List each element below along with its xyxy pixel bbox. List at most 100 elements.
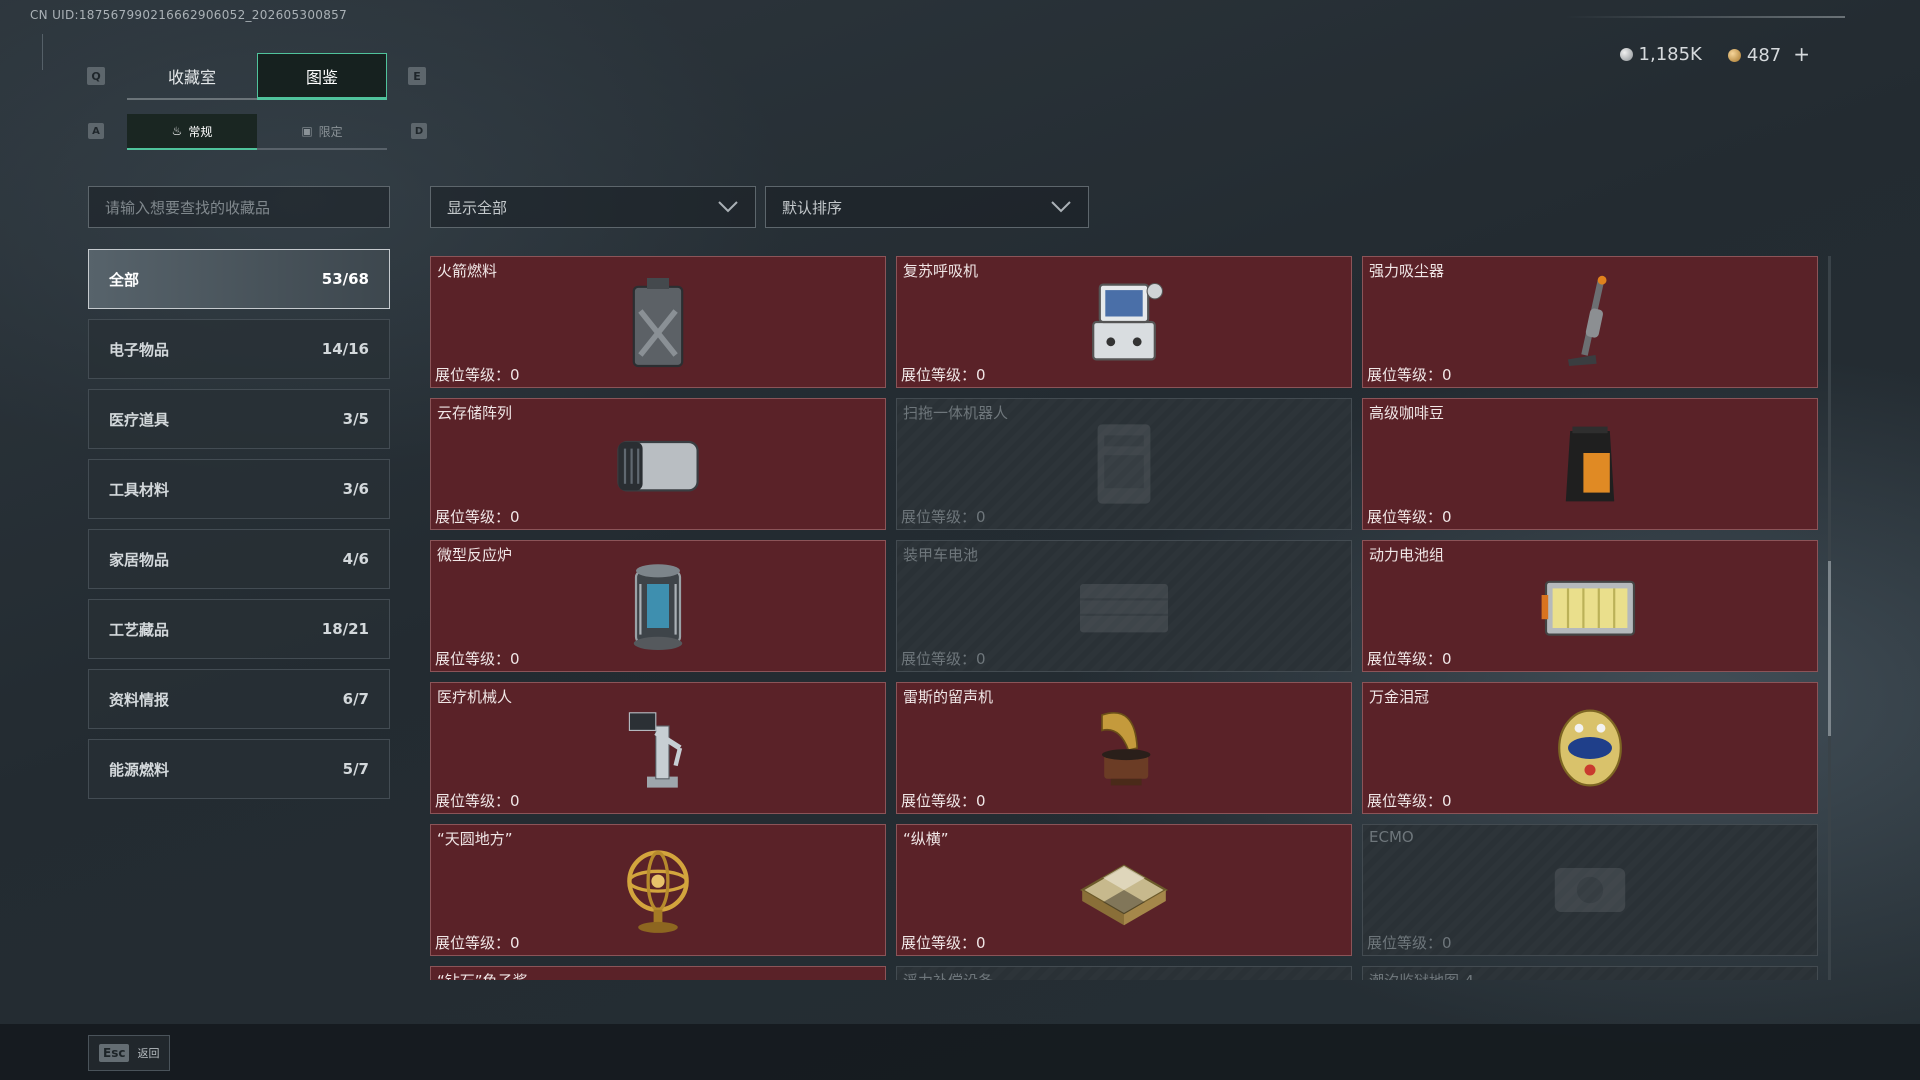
collection-card[interactable]: “纵横” 展位等级：0 bbox=[896, 824, 1352, 956]
battery-pack-icon bbox=[1535, 551, 1645, 661]
collection-card[interactable]: 万金泪冠 展位等级：0 bbox=[1362, 682, 1818, 814]
booth-level: 展位等级：0 bbox=[435, 364, 520, 385]
category-tools[interactable]: 工具材料 3/6 bbox=[88, 459, 390, 519]
item-name: 浮力补偿设备 bbox=[903, 970, 993, 980]
collection-grid-viewport: 火箭燃料 展位等级：0 复苏呼吸机 展位等级：0 强力吸尘器 展位等级：0 云存储阵列 展位等… bbox=[430, 256, 1820, 980]
booth-level: 展位等级：0 bbox=[435, 932, 520, 953]
gold-coin-icon bbox=[1727, 49, 1741, 62]
booth-level-label: 展位等级： bbox=[1367, 934, 1443, 952]
booth-level-label: 展位等级： bbox=[1367, 508, 1443, 526]
booth-level-label: 展位等级： bbox=[901, 650, 977, 668]
category-count: 4/6 bbox=[342, 550, 369, 568]
filter-dropdown[interactable]: 显示全部 bbox=[430, 186, 756, 228]
collection-card[interactable]: ECMO 展位等级：0 bbox=[1362, 824, 1818, 956]
booth-level-label: 展位等级： bbox=[435, 366, 511, 384]
subtab-regular[interactable]: ♨ 常规 bbox=[127, 114, 257, 150]
category-household[interactable]: 家居物品 4/6 bbox=[88, 529, 390, 589]
bottom-bar bbox=[0, 1024, 1920, 1080]
category-electronics[interactable]: 电子物品 14/16 bbox=[88, 319, 390, 379]
collection-card[interactable]: 扫拖一体机器人 展位等级：0 bbox=[896, 398, 1352, 530]
booth-level-label: 展位等级： bbox=[435, 650, 511, 668]
ventilator-icon bbox=[1069, 267, 1179, 377]
sort-value: 默认排序 bbox=[782, 198, 843, 217]
tab-collection-room[interactable]: 收藏室 bbox=[127, 53, 257, 100]
booth-level-label: 展位等级： bbox=[901, 934, 977, 952]
category-label: 资料情报 bbox=[109, 690, 170, 709]
item-name: 微型反应炉 bbox=[437, 546, 513, 564]
collection-card[interactable]: 高级咖啡豆 展位等级：0 bbox=[1362, 398, 1818, 530]
item-name: 扫拖一体机器人 bbox=[903, 404, 1009, 422]
item-name: 装甲车电池 bbox=[903, 546, 979, 564]
gold-currency: 487 + bbox=[1727, 42, 1810, 66]
item-name: 复苏呼吸机 bbox=[903, 262, 979, 280]
booth-level-value: 0 bbox=[510, 366, 520, 384]
add-currency-button[interactable]: + bbox=[1793, 42, 1810, 66]
booth-level-value: 0 bbox=[1442, 508, 1452, 526]
gold-amount: 487 bbox=[1746, 45, 1782, 66]
ecmo-icon bbox=[1535, 835, 1645, 945]
category-label: 工艺藏品 bbox=[109, 620, 170, 639]
booth-level-value: 0 bbox=[510, 792, 520, 810]
image-icon: ▣ bbox=[301, 124, 313, 138]
booth-level-value: 0 bbox=[976, 508, 986, 526]
category-list: 全部 53/68 电子物品 14/16 医疗道具 3/5 工具材料 3/6 家居物品 4/… bbox=[88, 249, 390, 809]
search-input[interactable]: 请输入想要查找的收藏品 bbox=[88, 186, 390, 228]
armillary-sphere-icon bbox=[603, 835, 713, 945]
collection-card[interactable]: 雷斯的留声机 展位等级：0 bbox=[896, 682, 1352, 814]
category-energy[interactable]: 能源燃料 5/7 bbox=[88, 739, 390, 799]
collection-card[interactable]: 潮汐监狱地图-4展位等级：0 bbox=[1362, 966, 1818, 980]
booth-level: 展位等级：0 bbox=[435, 790, 520, 811]
booth-level-label: 展位等级： bbox=[435, 508, 511, 526]
collection-card[interactable]: 装甲车电池 展位等级：0 bbox=[896, 540, 1352, 672]
chessboard-icon bbox=[1069, 835, 1179, 945]
silver-amount: 1,185K bbox=[1638, 43, 1702, 65]
key-hint-next-tab: E bbox=[408, 67, 426, 85]
booth-level-value: 0 bbox=[510, 650, 520, 668]
booth-level-value: 0 bbox=[510, 934, 520, 952]
esc-key: Esc bbox=[99, 1044, 130, 1062]
back-button[interactable]: Esc 返回 bbox=[88, 1035, 170, 1071]
category-all[interactable]: 全部 53/68 bbox=[88, 249, 390, 309]
booth-level: 展位等级：0 bbox=[435, 506, 520, 527]
robot-cleaner-icon bbox=[1069, 409, 1179, 519]
category-medical[interactable]: 医疗道具 3/5 bbox=[88, 389, 390, 449]
tab-codex[interactable]: 图鉴 bbox=[257, 53, 387, 100]
booth-level: 展位等级：0 bbox=[1367, 648, 1452, 669]
collection-card[interactable]: 强力吸尘器 展位等级：0 bbox=[1362, 256, 1818, 388]
flame-icon: ♨ bbox=[171, 124, 183, 138]
bcd-icon bbox=[1069, 977, 1179, 980]
battery-icon bbox=[1069, 551, 1179, 661]
collection-card[interactable]: 医疗机械人展位等级：0 bbox=[430, 682, 886, 814]
booth-level: 展位等级：0 bbox=[1367, 364, 1452, 385]
sort-dropdown[interactable]: 默认排序 bbox=[765, 186, 1089, 228]
category-intel[interactable]: 资料情报 6/7 bbox=[88, 669, 390, 729]
category-label: 电子物品 bbox=[109, 340, 170, 359]
subtab-limited[interactable]: ▣ 限定 bbox=[257, 114, 387, 150]
collection-card[interactable]: 复苏呼吸机 展位等级：0 bbox=[896, 256, 1352, 388]
server-array-icon bbox=[603, 409, 713, 519]
collection-card[interactable]: 火箭燃料 展位等级：0 bbox=[430, 256, 886, 388]
top-divider bbox=[1565, 16, 1845, 18]
item-name: 医疗机械人 bbox=[437, 688, 513, 706]
collection-card[interactable]: 动力电池组 展位等级：0 bbox=[1362, 540, 1818, 672]
grid-scrollbar[interactable] bbox=[1828, 256, 1831, 980]
collection-card[interactable]: “钻石”鱼子酱展位等级：0 bbox=[430, 966, 886, 980]
booth-level: 展位等级：0 bbox=[1367, 506, 1452, 527]
key-hint-prev-tab: Q bbox=[87, 67, 105, 85]
collection-card[interactable]: 微型反应炉展位等级：0 bbox=[430, 540, 886, 672]
scrollbar-thumb[interactable] bbox=[1828, 561, 1831, 736]
booth-level-value: 0 bbox=[510, 508, 520, 526]
booth-level-value: 0 bbox=[976, 934, 986, 952]
booth-level-value: 0 bbox=[976, 366, 986, 384]
collection-grid: 火箭燃料 展位等级：0 复苏呼吸机 展位等级：0 强力吸尘器 展位等级：0 云存储阵列 展位等… bbox=[430, 256, 1820, 980]
category-label: 工具材料 bbox=[109, 480, 170, 499]
silver-coin-icon bbox=[1619, 47, 1633, 61]
collection-card[interactable]: “天圆地方” 展位等级：0 bbox=[430, 824, 886, 956]
category-crafts[interactable]: 工艺藏品 18/21 bbox=[88, 599, 390, 659]
collection-card[interactable]: 浮力补偿设备展位等级：0 bbox=[896, 966, 1352, 980]
category-count: 3/6 bbox=[342, 480, 369, 498]
category-count: 6/7 bbox=[342, 690, 369, 708]
collection-card[interactable]: 云存储阵列展位等级：0 bbox=[430, 398, 886, 530]
item-name: 云存储阵列 bbox=[437, 404, 513, 422]
booth-level-value: 0 bbox=[1442, 650, 1452, 668]
